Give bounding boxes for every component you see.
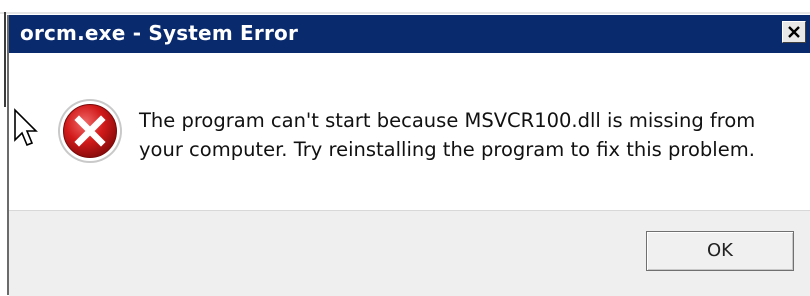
error-icon [56, 97, 124, 165]
window-top-border [0, 12, 810, 14]
window-title: orcm.exe - System Error [20, 21, 299, 45]
mouse-cursor-icon [13, 108, 39, 148]
ok-button[interactable]: OK [646, 231, 794, 271]
error-message-line-1: The program can't start because MSVCR100… [139, 109, 756, 132]
background-window-edge [4, 12, 6, 107]
close-button[interactable] [782, 21, 806, 43]
error-message: The program can't start because MSVCR100… [139, 106, 779, 164]
error-message-line-2: your computer. Try reinstalling the prog… [139, 138, 755, 161]
title-bar[interactable]: orcm.exe - System Error [8, 15, 810, 53]
close-icon [788, 26, 800, 38]
system-error-dialog: orcm.exe - System Error The program can'… [0, 0, 810, 296]
